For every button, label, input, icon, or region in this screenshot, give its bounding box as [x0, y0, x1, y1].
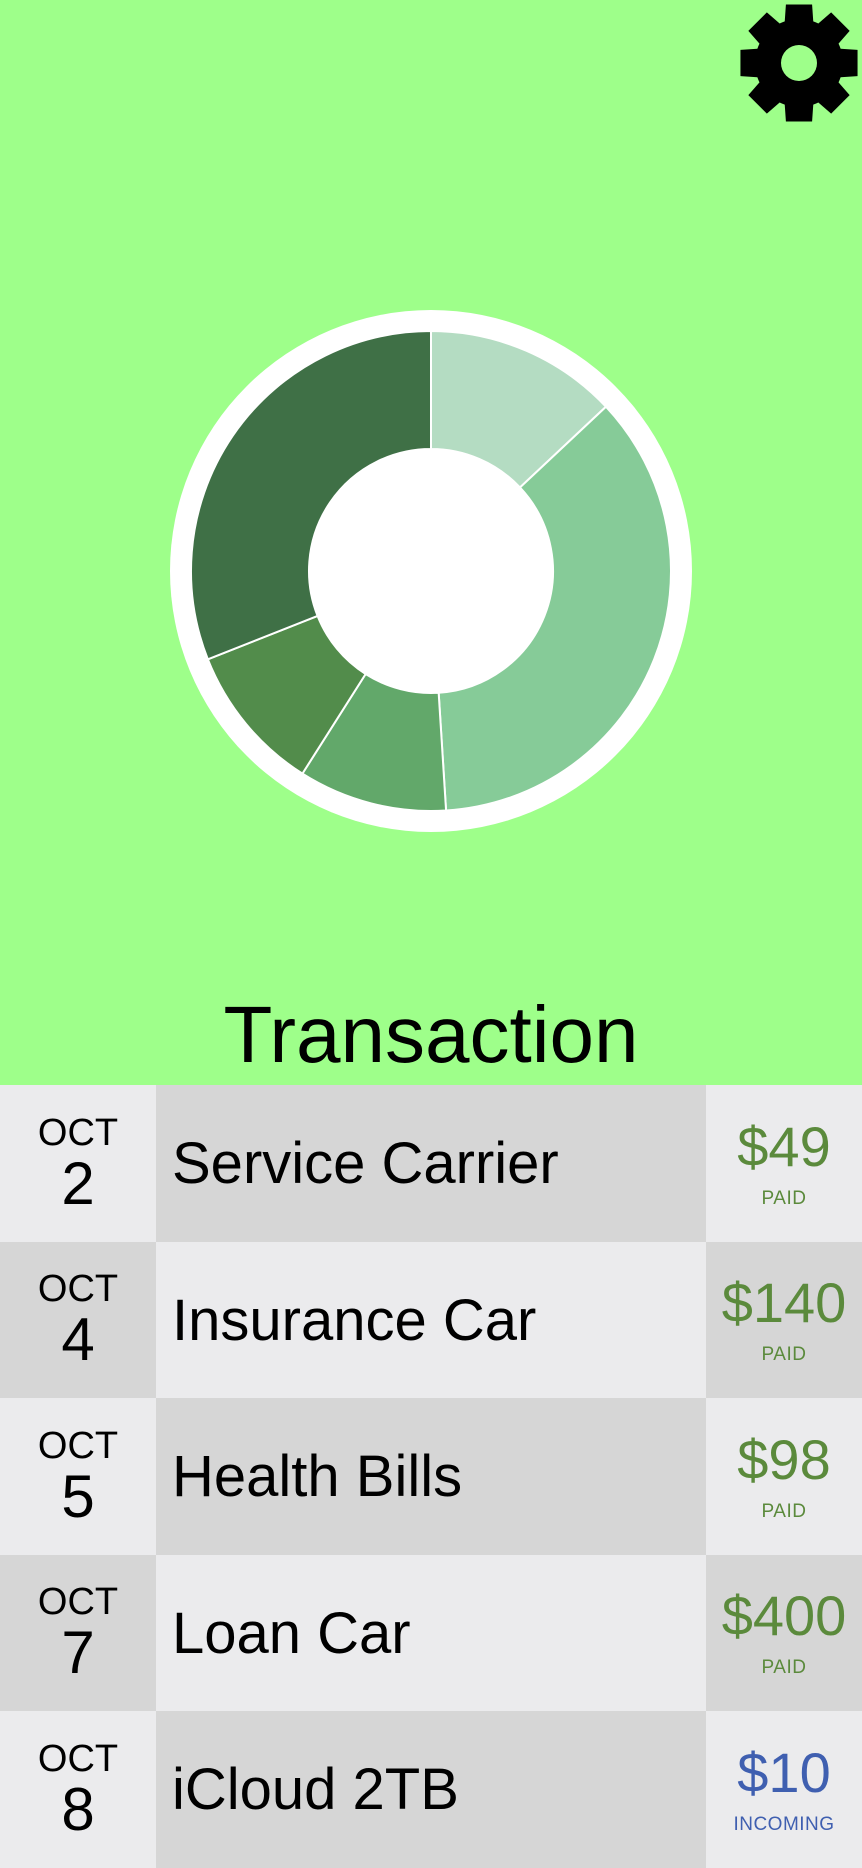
transaction-name: Insurance Car: [156, 1241, 706, 1399]
date-day: 8: [61, 1775, 95, 1843]
transaction-row[interactable]: OCT 5 Health Bills $98 PAID: [0, 1398, 862, 1556]
transaction-amount: $49 PAID: [706, 1085, 862, 1242]
donut-svg: [170, 310, 692, 832]
date-month: OCT: [37, 1268, 119, 1311]
transaction-amount: $140 PAID: [706, 1241, 862, 1399]
transaction-name: iCloud 2TB: [156, 1711, 706, 1868]
transaction-date: OCT 5: [0, 1398, 156, 1556]
transaction-row[interactable]: OCT 4 Insurance Car $140 PAID: [0, 1241, 862, 1399]
transaction-row[interactable]: OCT 8 iCloud 2TB $10 INCOMING: [0, 1711, 862, 1868]
transaction-row[interactable]: OCT 7 Loan Car $400 PAID: [0, 1554, 862, 1712]
date-month: OCT: [37, 1737, 119, 1780]
amount-value: $140: [721, 1271, 847, 1335]
date-day: 2: [61, 1149, 95, 1217]
date-month: OCT: [37, 1581, 119, 1624]
date-day: 7: [61, 1619, 95, 1687]
status-badge: PAID: [761, 1187, 807, 1209]
transaction-date: OCT 4: [0, 1241, 156, 1399]
transaction-name: Health Bills: [156, 1398, 706, 1556]
transaction-amount: $400 PAID: [706, 1554, 862, 1712]
status-badge: INCOMING: [733, 1813, 835, 1835]
gear-icon: [740, 4, 858, 122]
date-month: OCT: [37, 1111, 119, 1154]
transaction-date: OCT 8: [0, 1711, 156, 1868]
transaction-amount: $98 PAID: [706, 1398, 862, 1556]
amount-value: $10: [737, 1740, 831, 1804]
settings-button[interactable]: [736, 0, 862, 126]
transaction-name: Service Carrier: [156, 1085, 706, 1242]
transaction-list: OCT 2 Service Carrier $49 PAID OCT 4 Insurance …: [0, 1085, 862, 1868]
date-day: 5: [61, 1462, 95, 1530]
donut-center: [309, 449, 553, 693]
status-badge: PAID: [761, 1344, 807, 1366]
page-title: Transaction: [223, 990, 639, 1079]
status-badge: PAID: [761, 1500, 807, 1522]
status-badge: PAID: [761, 1657, 807, 1679]
amount-value: $400: [721, 1584, 847, 1648]
spending-donut-chart: [170, 310, 692, 832]
date-day: 4: [61, 1306, 95, 1374]
transaction-row[interactable]: OCT 2 Service Carrier $49 PAID: [0, 1085, 862, 1242]
date-month: OCT: [37, 1424, 119, 1467]
transaction-name: Loan Car: [156, 1554, 706, 1712]
amount-value: $98: [737, 1427, 831, 1491]
amount-value: $49: [737, 1114, 831, 1178]
header: Transaction: [0, 0, 862, 1085]
transaction-amount: $10 INCOMING: [706, 1711, 862, 1868]
transaction-date: OCT 2: [0, 1085, 156, 1242]
transaction-date: OCT 7: [0, 1554, 156, 1712]
